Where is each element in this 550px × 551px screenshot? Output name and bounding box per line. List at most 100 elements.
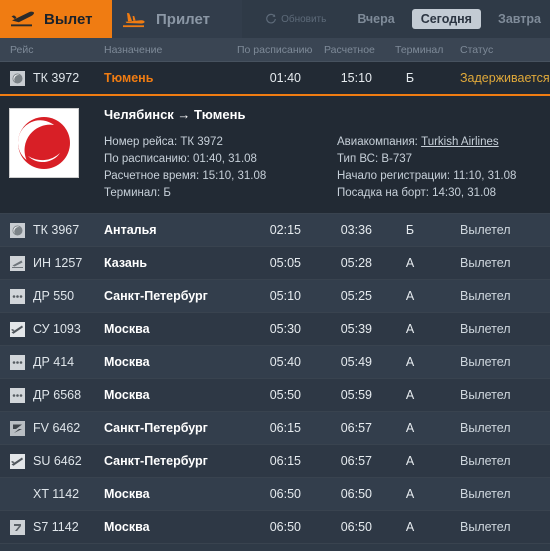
no-airline-icon bbox=[10, 487, 25, 502]
detail-scheduled: По расписанию: 01:40, 31.08 bbox=[104, 153, 257, 165]
row-status: Вылетел bbox=[460, 421, 511, 435]
top-bar: Вылет Прилет Обновить Вчера Сегодня Завт bbox=[0, 0, 550, 38]
dots-icon bbox=[10, 289, 25, 304]
dots-icon bbox=[10, 355, 25, 370]
row-estimated-time: 06:50 bbox=[340, 520, 372, 534]
turkish-airlines-logo bbox=[9, 108, 79, 178]
row-estimated-time: 06:57 bbox=[340, 421, 372, 435]
row-destination: Москва bbox=[104, 487, 150, 501]
table-row[interactable]: FV 6462 Санкт-Петербург 06:15 06:57 А Вылетел bbox=[0, 412, 550, 445]
row-terminal: А bbox=[405, 388, 415, 402]
nordwind-icon bbox=[10, 256, 25, 271]
row-scheduled-time: 01:40 bbox=[269, 71, 301, 85]
row-flight-number: FV 6462 bbox=[33, 421, 81, 435]
row-flight-number: ДР 6568 bbox=[33, 388, 82, 402]
table-row[interactable]: ТК 3972 Тюмень 01:40 15:10 Б Задерживает… bbox=[0, 62, 550, 96]
table-row[interactable]: ДР 414 Москва 05:40 05:49 А Вылетел bbox=[0, 346, 550, 379]
plane-landing-icon bbox=[122, 9, 148, 29]
detail-column-left: Номер рейса: ТК 3972 По расписанию: 01:4… bbox=[104, 134, 266, 202]
tab-departures-label: Вылет bbox=[44, 10, 93, 28]
refresh-label: Обновить bbox=[281, 13, 327, 25]
row-flight-number: SU 6462 bbox=[33, 454, 82, 468]
column-header-status: Статус bbox=[460, 44, 494, 56]
row-scheduled-time: 02:15 bbox=[269, 223, 301, 237]
column-header-terminal: Терминал bbox=[395, 44, 444, 56]
row-flight-number: СУ 1093 bbox=[33, 322, 81, 336]
daytab-today[interactable]: Сегодня bbox=[411, 9, 481, 29]
column-header-estimated: Расчетное bbox=[324, 44, 375, 56]
flight-detail-panel: Челябинск → Тюмень Номер рейса: ТК 3972 … bbox=[0, 96, 550, 214]
refresh-icon bbox=[265, 13, 277, 25]
detail-column-right: Авиакомпания: Turkish Airlines Тип ВС: B… bbox=[337, 134, 516, 202]
row-terminal: Б bbox=[405, 223, 415, 237]
row-flight-number: ДР 414 bbox=[33, 355, 75, 369]
table-row[interactable]: СУ 1093 Москва 05:30 05:39 А Вылетел bbox=[0, 313, 550, 346]
row-estimated-time: 05:39 bbox=[340, 322, 372, 336]
row-flight-number: XT 1142 bbox=[33, 487, 80, 501]
row-scheduled-time: 05:10 bbox=[269, 289, 301, 303]
row-estimated-time: 06:57 bbox=[340, 454, 372, 468]
row-scheduled-time: 06:15 bbox=[269, 421, 301, 435]
table-row[interactable]: ДР 6568 Москва 05:50 05:59 А Вылетел bbox=[0, 379, 550, 412]
row-scheduled-time: 06:50 bbox=[269, 487, 301, 501]
table-row[interactable]: SU 6462 Санкт-Петербург 06:15 06:57 А Вылетел bbox=[0, 445, 550, 478]
plane-takeoff-icon bbox=[10, 9, 36, 29]
row-destination: Казань bbox=[104, 256, 148, 270]
detail-terminal: Терминал: Б bbox=[104, 187, 171, 199]
row-scheduled-time: 05:50 bbox=[269, 388, 301, 402]
row-estimated-time: 06:50 bbox=[340, 487, 372, 501]
row-terminal: А bbox=[405, 322, 415, 336]
tab-departures[interactable]: Вылет bbox=[0, 0, 112, 38]
row-status: Вылетел bbox=[460, 223, 511, 237]
row-flight-number: ТК 3967 bbox=[33, 223, 80, 237]
table-row[interactable]: ТК 3967 Анталья 02:15 03:36 Б Вылетел bbox=[0, 214, 550, 247]
row-destination: Санкт-Петербург bbox=[104, 289, 208, 303]
row-terminal: А bbox=[405, 487, 415, 501]
row-destination: Москва bbox=[104, 520, 150, 534]
row-estimated-time: 15:10 bbox=[340, 71, 372, 85]
row-scheduled-time: 06:50 bbox=[269, 520, 301, 534]
row-destination: Анталья bbox=[104, 223, 157, 237]
daytab-tomorrow[interactable]: Завтра bbox=[489, 9, 550, 29]
rossiya-icon bbox=[10, 421, 25, 436]
row-destination: Санкт-Петербург bbox=[104, 454, 208, 468]
row-scheduled-time: 05:40 bbox=[269, 355, 301, 369]
row-terminal: А bbox=[405, 454, 415, 468]
row-status: Вылетел bbox=[460, 388, 511, 402]
tab-arrivals[interactable]: Прилет bbox=[112, 0, 242, 38]
detail-airline-label: Авиакомпания: bbox=[337, 136, 418, 148]
table-row[interactable]: ДР 550 Санкт-Петербург 05:10 05:25 А Вылетел bbox=[0, 280, 550, 313]
tab-arrivals-label: Прилет bbox=[156, 10, 210, 28]
column-header-flight: Рейс bbox=[10, 44, 34, 56]
row-destination: Тюмень bbox=[104, 71, 154, 85]
daytab-yesterday[interactable]: Вчера bbox=[348, 9, 403, 29]
row-flight-number: ТК 3972 bbox=[33, 71, 80, 85]
row-terminal: А bbox=[405, 520, 415, 534]
aeroflot-icon bbox=[10, 322, 25, 337]
table-row[interactable]: XT 1142 Москва 06:50 06:50 А Вылетел bbox=[0, 478, 550, 511]
row-destination: Москва bbox=[104, 388, 150, 402]
refresh-button[interactable]: Обновить bbox=[265, 13, 326, 25]
table-row[interactable]: ИН 1257 Казань 05:05 05:28 А Вылетел bbox=[0, 247, 550, 280]
row-terminal: А bbox=[405, 256, 415, 270]
row-destination: Санкт-Петербург bbox=[104, 421, 208, 435]
row-scheduled-time: 06:15 bbox=[269, 454, 301, 468]
table-row[interactable]: S7 1142 Москва 06:50 06:50 А Вылетел bbox=[0, 511, 550, 544]
row-flight-number: S7 1142 bbox=[33, 520, 79, 534]
detail-aircraft-type: Тип ВС: B-737 bbox=[337, 153, 413, 165]
row-estimated-time: 05:49 bbox=[340, 355, 372, 369]
detail-boarding-time: Посадка на борт: 14:30, 31.08 bbox=[337, 187, 497, 199]
s7-icon bbox=[10, 520, 25, 535]
row-status: Вылетел bbox=[460, 256, 511, 270]
detail-airline-link[interactable]: Turkish Airlines bbox=[421, 136, 499, 148]
row-scheduled-time: 05:05 bbox=[269, 256, 301, 270]
turkish-airlines-icon bbox=[10, 71, 25, 86]
dots-icon bbox=[10, 388, 25, 403]
row-flight-number: ДР 550 bbox=[33, 289, 75, 303]
detail-airline-row: Авиакомпания: Turkish Airlines bbox=[337, 134, 516, 151]
row-status: Вылетел bbox=[460, 454, 511, 468]
row-terminal: А bbox=[405, 289, 415, 303]
detail-route-title: Челябинск → Тюмень bbox=[104, 107, 246, 122]
row-flight-number: ИН 1257 bbox=[33, 256, 83, 270]
row-status: Вылетел bbox=[460, 355, 511, 369]
